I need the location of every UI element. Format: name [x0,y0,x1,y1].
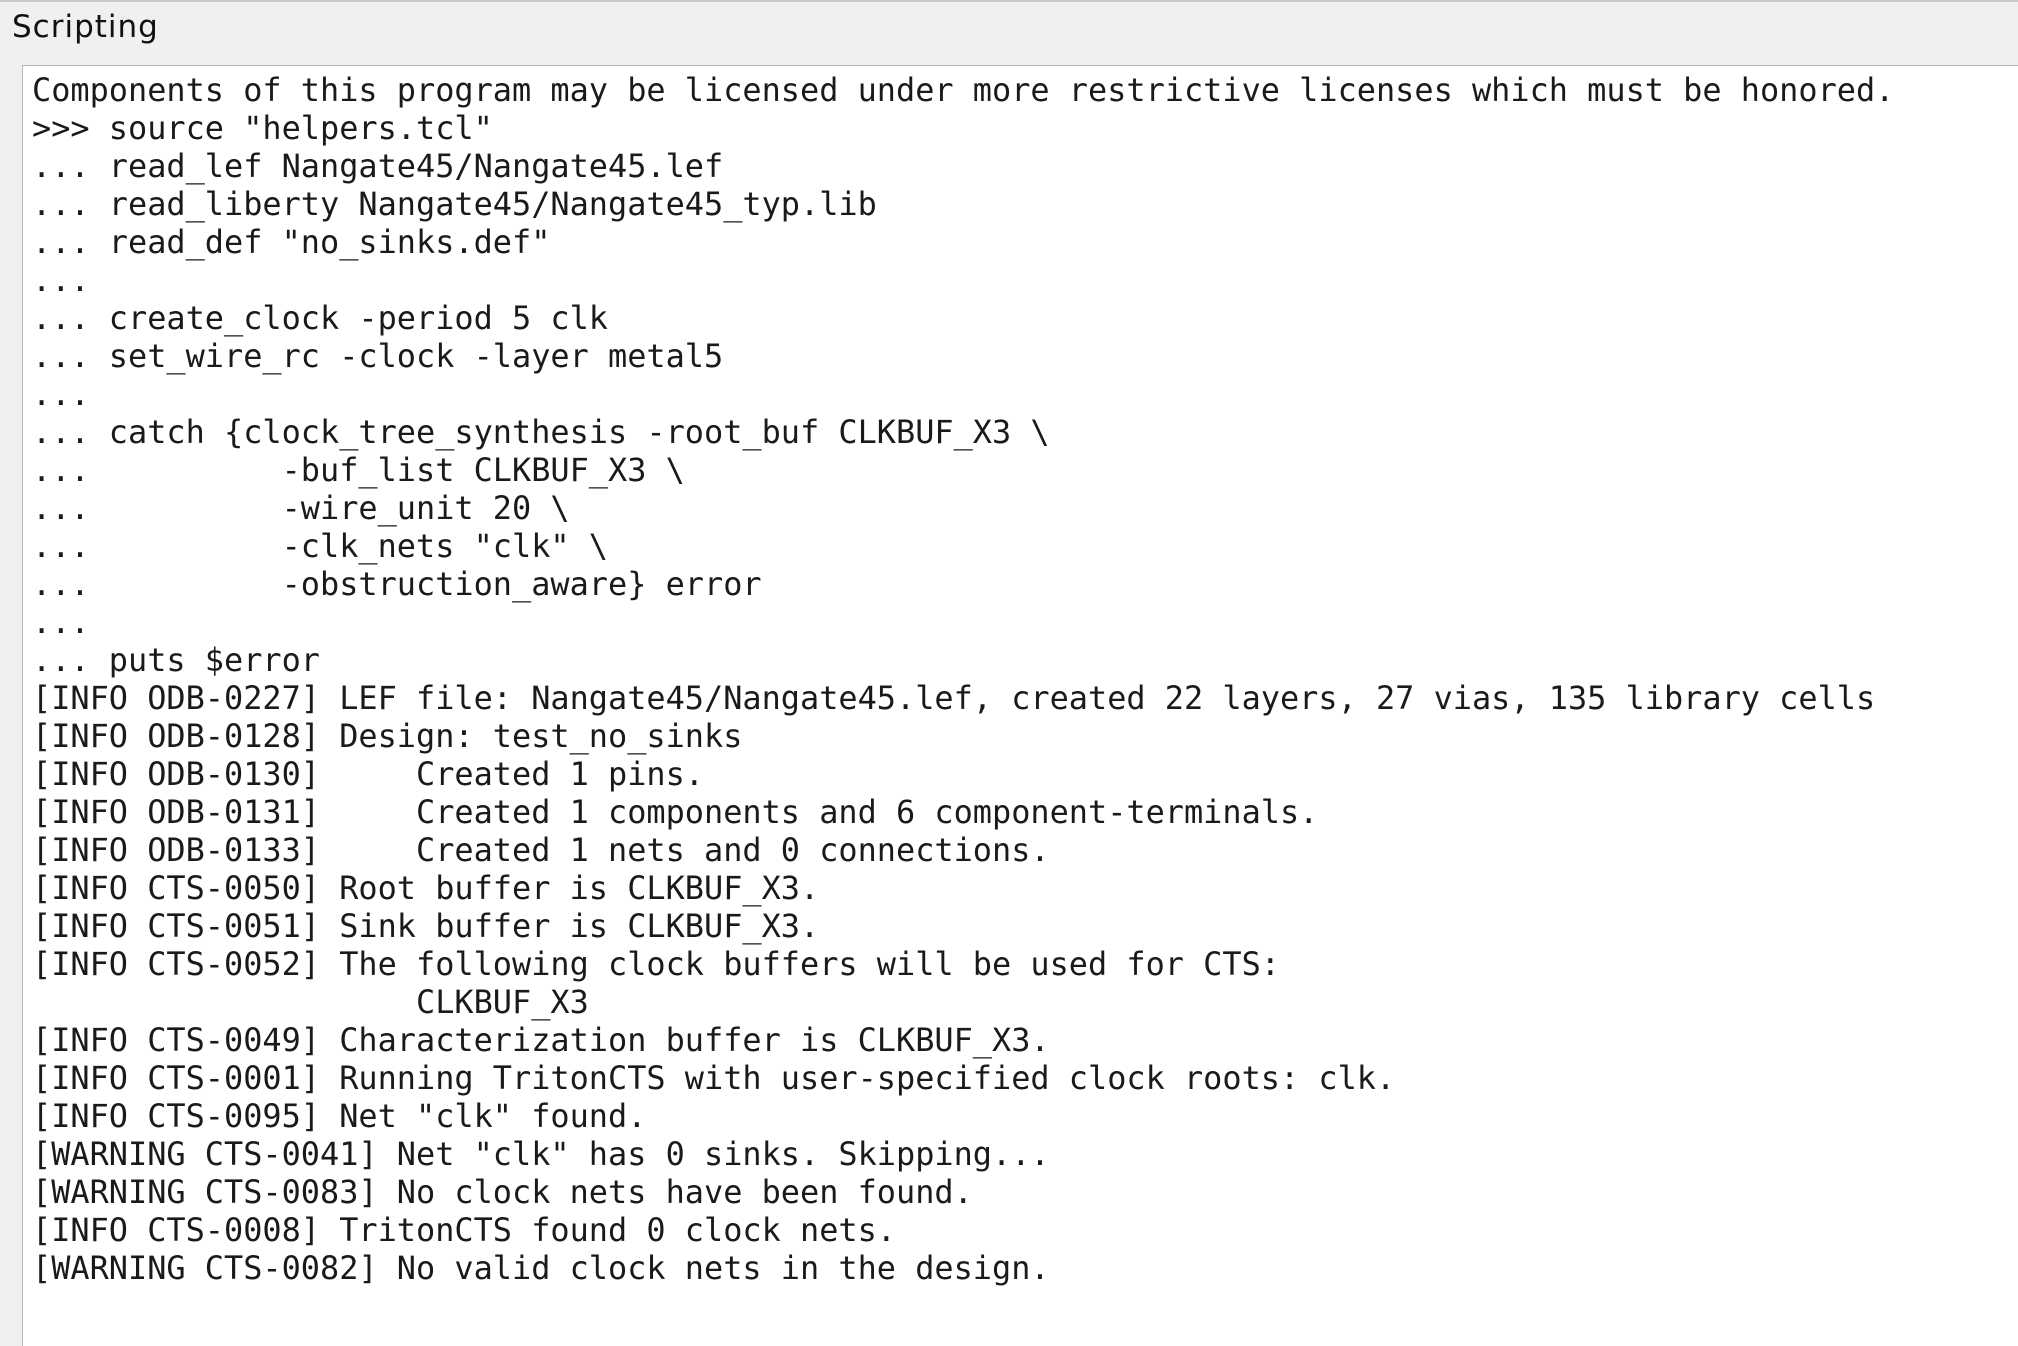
console-line: [INFO ODB-0128] Design: test_no_sinks [32,717,743,755]
title-bar: Scripting [0,0,2018,62]
console-line: [WARNING CTS-0083] No clock nets have be… [32,1173,973,1211]
console-line: [INFO ODB-0133] Created 1 nets and 0 con… [32,831,1050,869]
console-line: ... set_wire_rc -clock -layer metal5 [32,337,724,375]
console-line: ... read_def "no_sinks.def" [32,223,551,261]
console-line: [INFO CTS-0095] Net "clk" found. [32,1097,647,1135]
console-output[interactable]: Components of this program may be licens… [22,65,2018,1346]
console-line: ... [32,603,90,641]
console-line: [INFO ODB-0130] Created 1 pins. [32,755,704,793]
console-line: ... -clk_nets "clk" \ [32,527,608,565]
console-line: ... [32,261,90,299]
console-line: ... -wire_unit 20 \ [32,489,570,527]
console-line: [INFO CTS-0008] TritonCTS found 0 clock … [32,1211,896,1249]
console-line: [INFO CTS-0051] Sink buffer is CLKBUF_X3… [32,907,820,945]
console-line: Components of this program may be licens… [32,71,1895,109]
console-line: [WARNING CTS-0082] No valid clock nets i… [32,1249,1050,1287]
console-line: ... [32,375,90,413]
console-line: ... -obstruction_aware} error [32,565,762,603]
console-lines: Components of this program may be licens… [32,71,1894,1287]
console-line: [INFO ODB-0227] LEF file: Nangate45/Nang… [32,679,1876,717]
console-line: [INFO ODB-0131] Created 1 components and… [32,793,1319,831]
console-line: [INFO CTS-0049] Characterization buffer … [32,1021,1050,1059]
console-line: [INFO CTS-0052] The following clock buff… [32,945,1280,983]
console-line: ... read_liberty Nangate45/Nangate45_typ… [32,185,877,223]
console-line: ... read_lef Nangate45/Nangate45.lef [32,147,724,185]
console-line: ... puts $error [32,641,320,679]
console-line: [INFO CTS-0050] Root buffer is CLKBUF_X3… [32,869,820,907]
console-line: ... -buf_list CLKBUF_X3 \ [32,451,685,489]
console-line: >>> source "helpers.tcl" [32,109,493,147]
console-line: [WARNING CTS-0041] Net "clk" has 0 sinks… [32,1135,1050,1173]
scripting-window: Scripting Components of this program may… [0,0,2018,1346]
console-line: ... create_clock -period 5 clk [32,299,608,337]
panel-title: Scripting [12,9,159,45]
console-line: CLKBUF_X3 [32,983,589,1021]
console-line: ... catch {clock_tree_synthesis -root_bu… [32,413,1050,451]
console-line: [INFO CTS-0001] Running TritonCTS with u… [32,1059,1396,1097]
